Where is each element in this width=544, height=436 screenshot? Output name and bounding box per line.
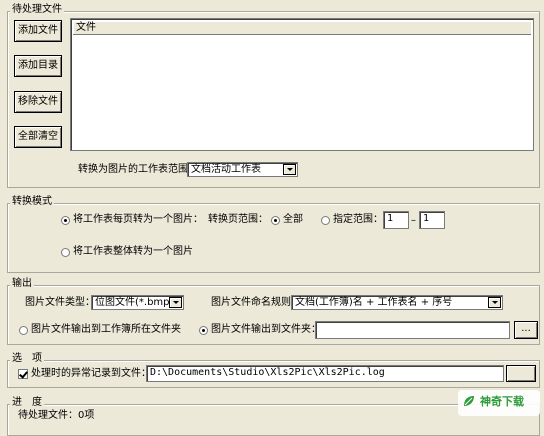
chevron-down-icon[interactable]: [169, 297, 182, 308]
output-workbook-folder-radio[interactable]: [19, 326, 28, 335]
chevron-down-icon[interactable]: [488, 297, 501, 308]
browse-folder-button[interactable]: ...: [514, 321, 538, 339]
sheet-range-value: 文档活动工作表: [191, 164, 261, 175]
output-folder-radio[interactable]: [199, 326, 208, 335]
page-range-option-label[interactable]: 指定范围：: [333, 214, 383, 226]
watermark-text: 神奇下载: [480, 395, 524, 408]
chevron-down-icon[interactable]: [283, 164, 296, 175]
leaf-icon: [464, 396, 474, 406]
pending-count: 待处理文件：0项: [18, 410, 95, 421]
page-range-radio[interactable]: [321, 216, 330, 225]
naming-rule-select[interactable]: 文档(工作簿)名 + 工作表名 + 序号: [291, 295, 503, 310]
range-separator: –: [411, 215, 416, 226]
each-page-label[interactable]: 将工作表每页转为一个图片：: [73, 214, 203, 226]
page-range-label: 转换页范围：: [208, 214, 268, 225]
whole-sheet-radio[interactable]: [61, 248, 70, 257]
remove-file-button[interactable]: 移除文件: [14, 91, 62, 113]
output-folder-input[interactable]: [315, 321, 510, 339]
output-workbook-folder-label[interactable]: 图片文件输出到工作簿所在文件夹: [31, 324, 181, 336]
file-list[interactable]: 文件: [70, 18, 534, 151]
pending-files-title: 待处理文件: [10, 4, 64, 16]
each-page-radio[interactable]: [61, 216, 70, 225]
naming-rule-label: 图片文件命名规则：: [211, 297, 301, 308]
sheet-range-label: 转换为图片的工作表范围：: [78, 164, 198, 175]
watermark-logo: 神奇下载: [458, 390, 540, 416]
all-pages-radio[interactable]: [271, 216, 280, 225]
file-type-select[interactable]: 位图文件(*.bmp): [91, 295, 184, 310]
file-type-label: 图片文件类型：: [25, 297, 95, 308]
all-pages-label[interactable]: 全部: [283, 214, 303, 226]
progress-title: 进 度: [10, 397, 44, 409]
whole-sheet-label[interactable]: 将工作表整体转为一个图片: [73, 246, 193, 258]
mode-title: 转换模式: [10, 196, 54, 208]
add-folder-button[interactable]: 添加目录: [14, 55, 62, 77]
add-file-button[interactable]: 添加文件: [14, 20, 62, 42]
file-type-value: 位图文件(*.bmp): [95, 297, 174, 308]
clear-all-button[interactable]: 全部清空: [14, 126, 62, 148]
output-title: 输出: [10, 278, 34, 290]
sheet-range-select[interactable]: 文档活动工作表: [187, 162, 298, 177]
range-to-input[interactable]: 1: [419, 211, 445, 229]
browse-log-button[interactable]: [506, 365, 536, 382]
file-column-header[interactable]: 文件: [76, 21, 96, 34]
log-path-input[interactable]: D:\Documents\Studio\Xls2Pic\Xls2Pic.log: [146, 365, 504, 382]
log-checkbox[interactable]: [18, 369, 28, 379]
file-list-header[interactable]: 文件: [73, 21, 531, 35]
naming-rule-value: 文档(工作簿)名 + 工作表名 + 序号: [295, 297, 453, 308]
output-folder-label[interactable]: 图片文件输出到文件夹：: [211, 324, 321, 336]
options-title: 选 项: [10, 353, 44, 365]
log-label[interactable]: 处理时的异常记录到文件：: [31, 368, 151, 380]
range-from-input[interactable]: 1: [383, 211, 409, 229]
